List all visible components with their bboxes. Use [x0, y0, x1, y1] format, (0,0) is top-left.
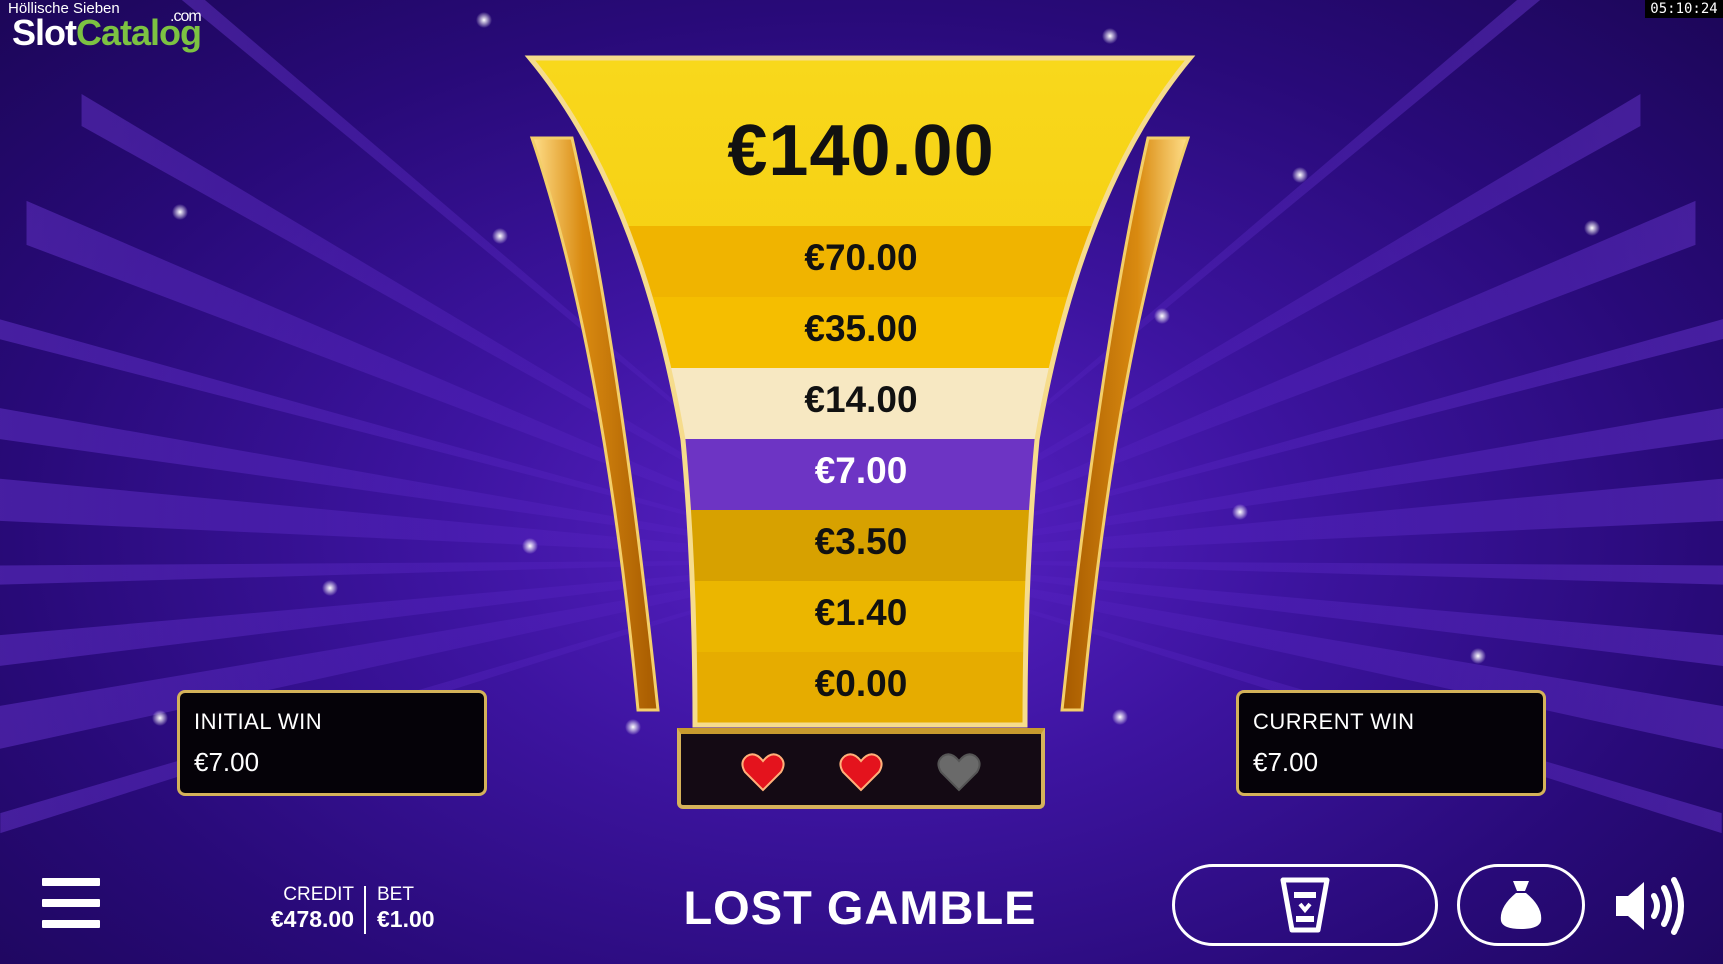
sparkle — [152, 710, 168, 726]
credit-value: €478.00 — [270, 906, 354, 932]
watermark-part3: .com — [170, 8, 202, 25]
ladder-step-1: €70.00 — [804, 236, 918, 278]
ladder-step-2: €35.00 — [804, 307, 918, 349]
sparkle — [476, 12, 492, 28]
sparkle — [172, 204, 188, 220]
menu-icon-bar — [42, 899, 100, 907]
money-bag-icon — [1500, 881, 1542, 929]
sparkle — [1102, 28, 1118, 44]
collect-button[interactable] — [1457, 864, 1585, 946]
sparkle — [1584, 220, 1600, 236]
ladder-step-6: €1.40 — [814, 591, 908, 633]
gamble-ladder-button[interactable] — [1172, 864, 1438, 946]
ladder-bucket-icon — [1280, 877, 1330, 933]
ladder-step-3: €14.00 — [804, 378, 918, 420]
lives-bar — [677, 728, 1045, 809]
status-message: LOST GAMBLE — [683, 881, 1037, 934]
heart-icon-filled — [839, 752, 883, 792]
ladder-step-7: €0.00 — [814, 662, 908, 704]
bet-column: BET €1.00 — [377, 884, 435, 933]
menu-icon-bar — [42, 920, 100, 928]
sparkle — [492, 228, 508, 244]
ladder-step-5: €3.50 — [814, 520, 908, 562]
credit-label: CREDIT — [283, 884, 354, 905]
watermark-logo: SlotCatalog .com — [12, 8, 202, 54]
initial-win-panel: INITIAL WIN €7.00 — [177, 690, 487, 796]
initial-win-value: €7.00 — [194, 747, 260, 777]
current-win-value: €7.00 — [1253, 747, 1319, 777]
clock: 05:10:24 — [1645, 0, 1723, 18]
sparkle — [1470, 648, 1486, 664]
menu-icon-bar — [42, 878, 100, 886]
credit-divider — [364, 886, 366, 934]
sound-button[interactable] — [1614, 876, 1688, 936]
top-prize: €140.00 — [727, 111, 995, 191]
menu-button[interactable] — [42, 878, 100, 932]
sparkle — [1232, 504, 1248, 520]
current-win-label: CURRENT WIN — [1253, 709, 1415, 734]
sparkle — [322, 580, 338, 596]
heart-icon-empty — [937, 752, 981, 792]
ladder-step-4: €7.00 — [814, 449, 908, 491]
speaker-icon — [1616, 877, 1684, 935]
sparkle — [1292, 167, 1308, 183]
initial-win-label: INITIAL WIN — [194, 709, 323, 734]
credit-column: CREDIT €478.00 — [254, 884, 354, 933]
bet-label: BET — [377, 884, 414, 905]
watermark-part1: Slot — [12, 12, 77, 53]
bet-value: €1.00 — [377, 906, 435, 932]
current-win-panel: CURRENT WIN €7.00 — [1236, 690, 1546, 796]
heart-icon-filled — [741, 752, 785, 792]
